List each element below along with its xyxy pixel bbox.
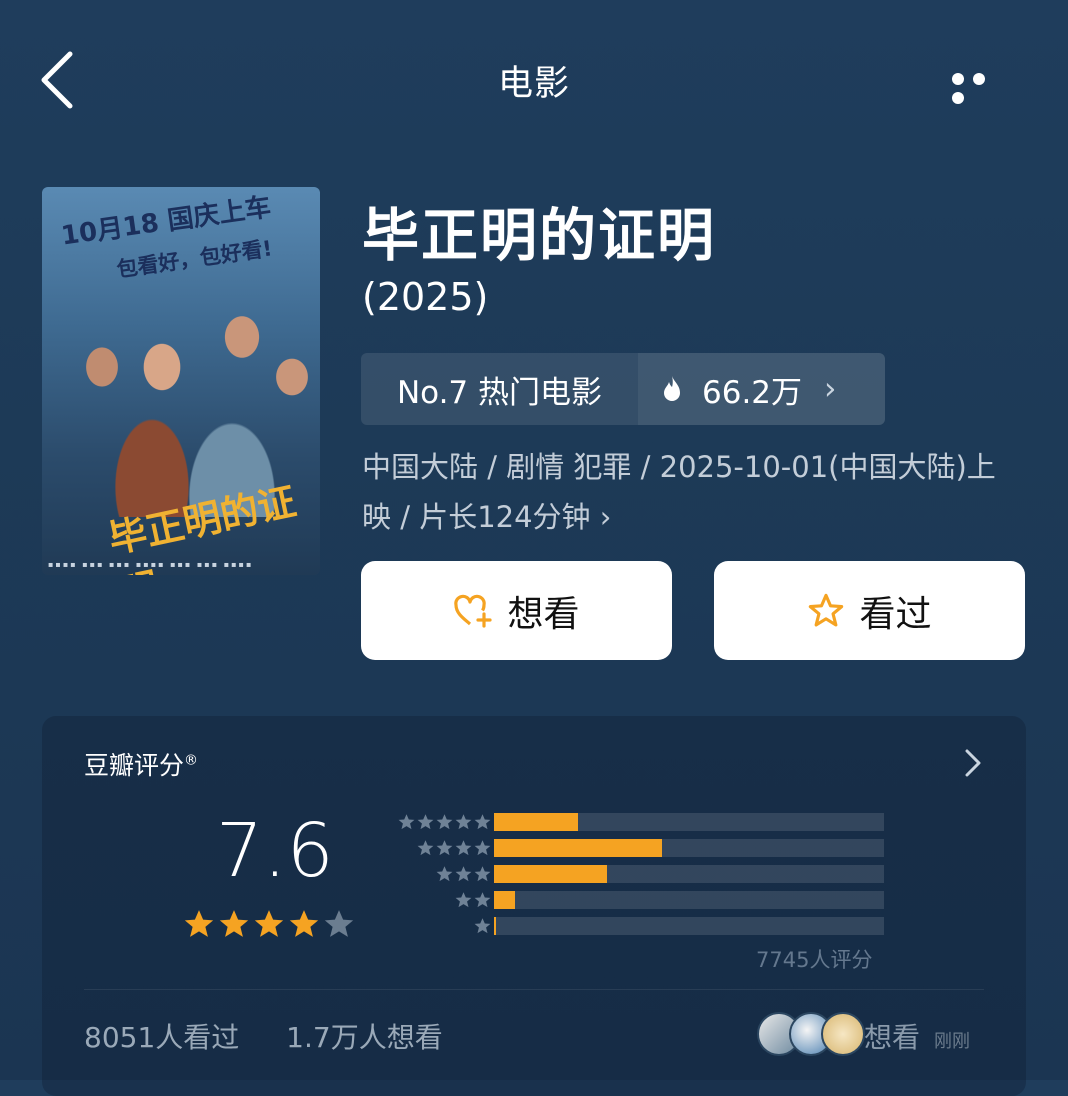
rank-heat-bar[interactable]: No.7 热门电影 66.2万 › [361,353,885,425]
avatar [821,1012,865,1056]
star-filled-icon [254,910,284,937]
rating-score: 7.6 [216,808,334,894]
douban-rating-card[interactable]: 豆瓣评分® 7.6 7745人评分 8051人看过 1.7万人想看 想看 刚刚 [42,716,1026,1096]
distribution-row-3 [382,862,886,888]
watch-stats: 8051人看过 1.7万人想看 [84,1016,481,1056]
star-filled-icon [219,910,249,937]
star-small-icon [417,814,434,830]
distribution-row-1 [382,914,886,940]
distribution-row-4 [382,836,886,862]
star-small-icon [455,840,472,856]
want-label: 想看 [507,593,580,635]
star-small-icon [436,814,453,830]
distribution-track [494,917,884,935]
distribution-bar [494,865,608,883]
meta-line-1: 中国大陆 / 剧情 犯罪 / 2025-10-01(中国大陆)上 [362,450,996,484]
movie-year: (2025) [362,275,489,319]
movie-meta[interactable]: 中国大陆 / 剧情 犯罪 / 2025-10-01(中国大陆)上 映 / 片长1… [362,442,1042,542]
friend-action: 想看 [864,1021,921,1054]
star-filled-icon [289,910,319,937]
rating-header: 豆瓣评分® [84,751,199,780]
distribution-track [494,813,884,831]
chevron-right-icon: › [824,371,837,407]
star-small-icon [474,918,491,934]
movie-poster[interactable]: 10月18 国庆上车 包看好，包好看! 毕正明的证明 ▪▪▪▪ ▪▪▪ ▪▪▪ … [42,187,320,575]
poster-credits: ▪▪▪▪ ▪▪▪ ▪▪▪ ▪▪▪▪ ▪▪▪ ▪▪▪ ▪▪▪▪ [48,560,254,569]
top-bar: 电影 [0,0,1068,150]
distribution-bar [494,917,496,935]
star-small-icon [436,866,453,882]
watched-button[interactable]: 看过 [714,561,1025,660]
distribution-stars [416,839,492,858]
distribution-stars [435,865,492,884]
distribution-stars [397,813,492,832]
star-outline-icon [809,593,844,626]
distribution-stars [454,891,492,910]
distribution-bar [494,839,662,857]
star-small-icon [436,840,453,856]
rating-count: 7745人评分 [756,948,873,972]
fire-icon [664,376,680,401]
star-small-icon [474,840,491,856]
star-filled-icon [184,910,214,937]
rating-distribution [382,810,886,940]
friend-time: 刚刚 [934,1031,971,1052]
distribution-stars [473,917,492,936]
star-small-icon [455,892,472,908]
rank-label: No.7 热门电影 [396,374,603,411]
distribution-bar [494,813,578,831]
distribution-bar [494,891,516,909]
want-count: 1.7万人想看 [286,1021,443,1054]
distribution-track [494,891,884,909]
friend-avatars[interactable] [757,1012,865,1056]
star-small-icon [455,866,472,882]
movie-title: 毕正明的证明 [362,203,716,269]
seen-label: 看过 [859,593,932,635]
divider [84,989,984,990]
distribution-row-5 [382,810,886,836]
star-small-icon [474,814,491,830]
distribution-track [494,839,884,857]
star-small-icon [398,814,415,830]
more-options-icon[interactable] [952,70,1012,104]
distribution-row-2 [382,888,886,914]
rating-stars [182,908,357,942]
star-small-icon [417,840,434,856]
seen-count: 8051人看过 [84,1021,240,1054]
star-small-icon [474,866,491,882]
heat-value: 66.2万 [702,374,803,411]
star-small-icon [474,892,491,908]
want-to-watch-button[interactable]: 想看 [361,561,672,660]
star-small-icon [455,814,472,830]
chevron-right-icon[interactable] [964,748,982,778]
heat-section[interactable]: 66.2万 › [638,353,885,425]
friend-activity: 想看 刚刚 [864,1016,970,1056]
page-title: 电影 [497,64,570,104]
meta-line-2: 映 / 片长124分钟 › [362,500,612,534]
heart-plus-icon [454,594,493,628]
star-empty-icon [324,910,354,937]
distribution-track [494,865,884,883]
